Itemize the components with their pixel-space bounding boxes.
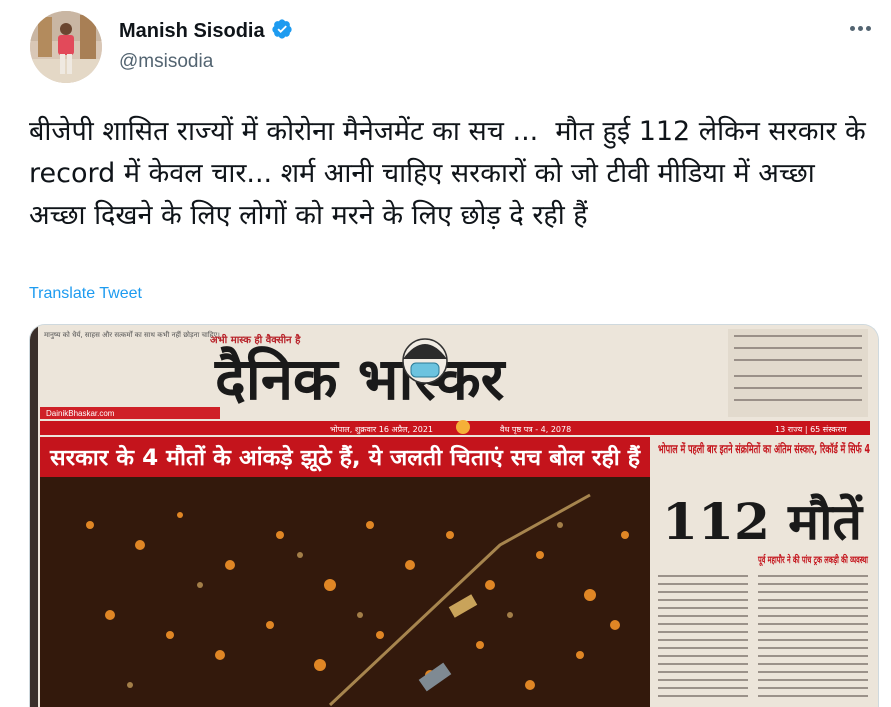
newspaper-photo: मानुष्य को धैर्य, साहस और सत्कर्मों का स… — [30, 325, 878, 707]
masthead: दैनिक भास्कर — [214, 345, 507, 413]
pages-info: 13 राज्य | 65 संस्करण — [775, 425, 847, 434]
sub-story: पूर्व महापौर ने की पांच ट्रक लकड़ी की व्… — [757, 553, 868, 567]
profile-photo — [30, 11, 102, 83]
tweet-text: बीजेपी शासित राज्यों में कोरोना मैनेजमें… — [29, 116, 875, 231]
website: DainikBhaskar.com — [46, 409, 115, 418]
translate-tweet-link[interactable]: Translate Tweet — [29, 285, 142, 303]
verified-badge-icon — [271, 18, 293, 44]
top-left-note: मानुष्य को धैर्य, साहस और सत्कर्मों का स… — [44, 330, 220, 339]
masked-face-illustration — [402, 338, 448, 384]
author-avatar[interactable] — [30, 11, 102, 83]
burning-pyres-photo — [40, 477, 650, 707]
author-handle[interactable]: @msisodia — [119, 51, 293, 73]
big-number: 112 मौतें — [662, 492, 864, 551]
dateline: भोपाल, शुक्रवार 16 अप्रैल, 2021 — [330, 424, 433, 435]
tweet-photo[interactable]: मानुष्य को धैर्य, साहस और सत्कर्मों का स… — [29, 324, 879, 707]
headline: सरकार के 4 मौतों के आंकड़े झूठे हैं, ये … — [49, 444, 641, 472]
tweet-card: Manish Sisodia @msisodia बीजेपी शासित रा… — [0, 0, 891, 707]
author-block: Manish Sisodia @msisodia — [119, 18, 293, 73]
author-name[interactable]: Manish Sisodia — [119, 20, 265, 43]
side-kicker: भोपाल में पहली बार इतने संक्रमितों का अं… — [658, 442, 870, 456]
more-dots-icon[interactable] — [847, 18, 873, 38]
edition: वैध पृष्ठ पत्र - 4, 2078 — [500, 424, 571, 435]
